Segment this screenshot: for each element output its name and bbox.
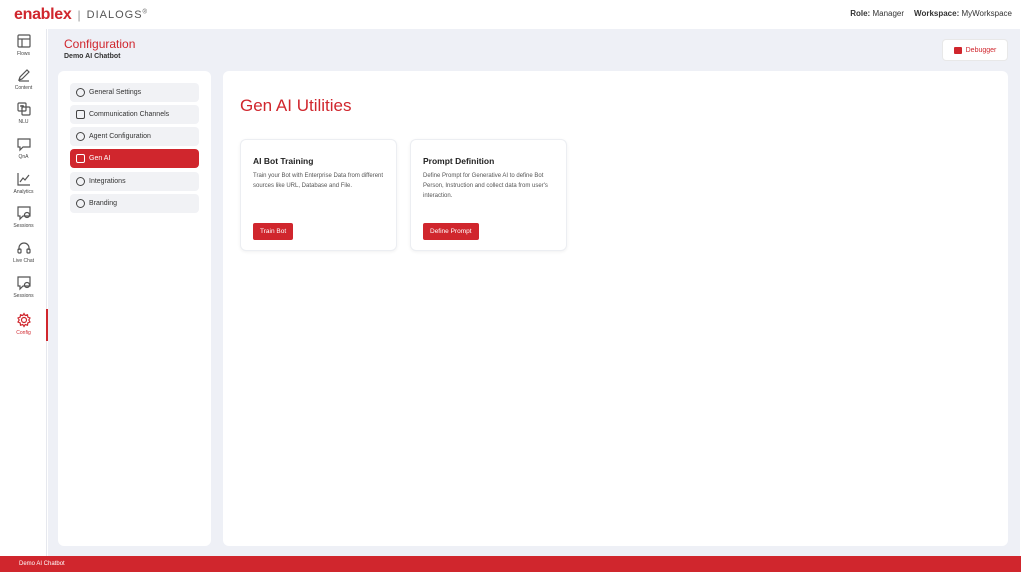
page-section-title: Configuration	[64, 37, 136, 51]
train-bot-button[interactable]: Train Bot	[253, 223, 294, 240]
agent-icon	[76, 132, 85, 141]
logo-separator: |	[77, 8, 81, 22]
rail-item-live-chat[interactable]: Live Chat	[0, 240, 47, 274]
rail-label-sessions-2: Sessions	[13, 293, 34, 299]
menu-item-communication-channels[interactable]: Communication Channels	[70, 105, 199, 124]
nav-rail: Flows Content NLU QnA Analytics Sessions…	[0, 29, 48, 556]
integrations-icon	[76, 177, 85, 186]
rail-label-flows: Flows	[16, 51, 31, 57]
card-title: AI Bot Training	[253, 156, 314, 166]
pencil-icon	[17, 69, 30, 82]
menu-label: Gen AI	[89, 155, 111, 162]
channel-icon	[76, 110, 85, 119]
menu-label: Agent Configuration	[89, 133, 151, 140]
rail-label-content: Content	[14, 85, 33, 91]
rail-item-config[interactable]: Config	[0, 309, 48, 346]
rail-item-sessions[interactable]: Sessions	[0, 205, 47, 239]
rail-label-sessions: Sessions	[13, 223, 34, 229]
rail-item-qna[interactable]: QnA	[0, 136, 47, 170]
debugger-icon	[953, 46, 962, 54]
footer-text: Demo AI Chatbot	[19, 561, 65, 567]
menu-item-gen-ai[interactable]: Gen AI	[70, 149, 199, 168]
main-area: Configuration Demo AI Chatbot Debugger G…	[48, 29, 1020, 556]
menu-item-agent-configuration[interactable]: Agent Configuration	[70, 127, 199, 146]
rail-label-qna: QnA	[18, 154, 29, 160]
bot-name: Demo AI Chatbot	[64, 53, 121, 60]
logo[interactable]: enablex | DIALOGS®	[14, 6, 148, 24]
chart-line-icon	[16, 173, 30, 186]
card-ai-bot-training: AI Bot Training Train your Bot with Ente…	[240, 139, 397, 251]
flows-icon	[16, 34, 31, 48]
logo-product-name: DIALOGS	[86, 9, 143, 21]
menu-label: Communication Channels	[89, 111, 170, 118]
content-panel: Gen AI Utilities AI Bot Training Train y…	[223, 71, 1008, 546]
page-title: Gen AI Utilities	[240, 96, 352, 115]
role-label: Role:	[850, 9, 871, 18]
workspace-label: Workspace:	[914, 9, 960, 18]
role-value: Manager	[872, 9, 905, 18]
workspace-value: MyWorkspace	[961, 9, 1012, 18]
rail-label-analytics: Analytics	[13, 189, 34, 195]
debugger-button[interactable]: Debugger	[942, 39, 1008, 61]
headset-icon	[16, 242, 31, 254]
menu-item-general-settings[interactable]: General Settings	[70, 83, 199, 102]
debugger-label: Debugger	[965, 46, 997, 54]
session-icon	[16, 276, 31, 291]
chat-icon	[16, 138, 31, 152]
settings-menu: General Settings Communication Channels …	[58, 71, 211, 546]
ai-icon	[76, 154, 85, 163]
top-right-info: Role: Manager Workspace: MyWorkspace	[850, 9, 1012, 18]
logo-product: DIALOGS®	[87, 9, 148, 21]
menu-label: General Settings	[89, 89, 142, 96]
logo-product-mark: ®	[142, 9, 148, 16]
rail-label-live-chat: Live Chat	[12, 258, 35, 264]
rail-item-flows[interactable]: Flows	[0, 33, 47, 67]
workspace-info[interactable]: Workspace: MyWorkspace	[914, 9, 1012, 18]
gear-icon	[16, 312, 31, 328]
footer-bar: Demo AI Chatbot	[0, 556, 1021, 572]
rail-label-config: Config	[16, 330, 31, 336]
session-icon	[16, 206, 31, 221]
translate-icon	[16, 102, 31, 116]
logo-brand: enablex	[14, 6, 72, 23]
menu-label: Branding	[89, 200, 118, 207]
card-title: Prompt Definition	[423, 156, 495, 166]
branding-icon	[76, 199, 85, 208]
rail-label-nlu: NLU	[18, 119, 29, 125]
rail-item-content[interactable]: Content	[0, 67, 47, 101]
menu-label: Integrations	[89, 178, 126, 185]
menu-item-integrations[interactable]: Integrations	[70, 172, 199, 191]
role-info: Role: Manager	[850, 9, 904, 18]
card-prompt-definition: Prompt Definition Define Prompt for Gene…	[410, 139, 567, 251]
define-prompt-button[interactable]: Define Prompt	[423, 223, 479, 240]
menu-item-branding[interactable]: Branding	[70, 194, 199, 213]
rail-item-analytics[interactable]: Analytics	[0, 171, 47, 205]
card-description: Train your Bot with Enterprise Data from…	[253, 173, 384, 189]
rail-item-nlu[interactable]: NLU	[0, 101, 47, 135]
card-description: Define Prompt for Generative AI to defin…	[423, 173, 548, 199]
rail-item-sessions-2[interactable]: Sessions	[0, 275, 47, 309]
gear-icon	[76, 88, 85, 97]
top-bar: enablex | DIALOGS® Role: Manager Workspa…	[0, 0, 1024, 29]
